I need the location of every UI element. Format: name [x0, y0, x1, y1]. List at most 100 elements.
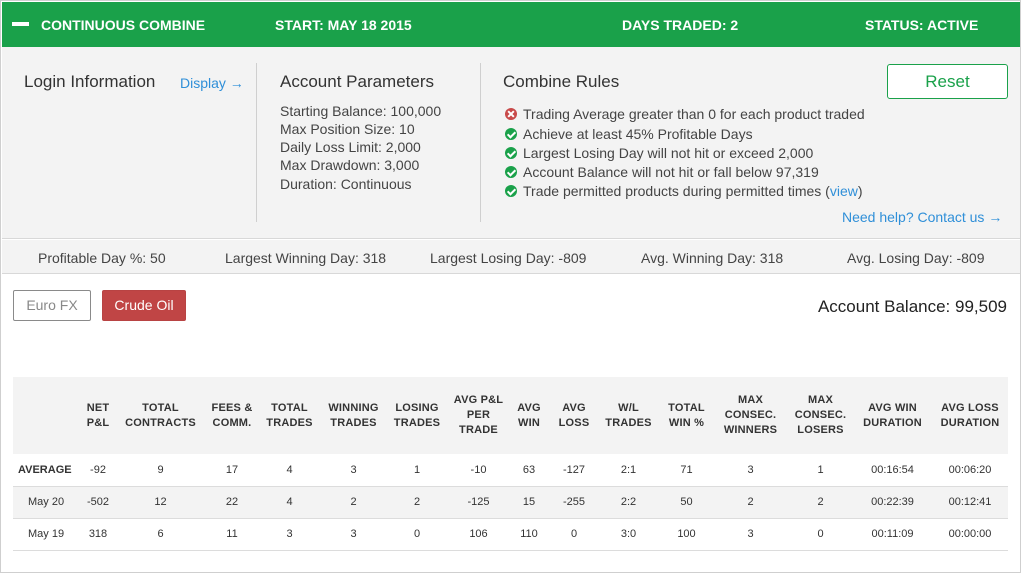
- table-cell: -10: [450, 454, 507, 487]
- table-cell: 2: [323, 486, 384, 519]
- reset-button[interactable]: Reset: [887, 64, 1008, 99]
- info-panel: Login Information Display → Account Para…: [2, 47, 1020, 239]
- rule-item: Largest Losing Day will not hit or excee…: [505, 145, 813, 161]
- profitable-day-pct: Profitable Day %: 50: [38, 250, 166, 266]
- table-cell: -92: [83, 454, 113, 487]
- trading-stats-table: NET P&L TOTAL CONTRACTS FEES & COMM. TOT…: [13, 377, 1008, 551]
- status-label: STATUS: ACTIVE: [865, 17, 979, 33]
- table-cell: 00:12:41: [932, 486, 1008, 519]
- table-cell: -255: [551, 486, 597, 519]
- rule-text: Largest Losing Day will not hit or excee…: [523, 145, 814, 161]
- table-cell: 4: [256, 454, 323, 487]
- table-cell: 12: [113, 486, 208, 519]
- table-cell: 0: [551, 518, 597, 551]
- row-label: AVERAGE: [13, 454, 83, 487]
- fail-x-icon: [505, 108, 517, 120]
- table-cell: 22: [208, 486, 256, 519]
- row-label: May 19: [13, 518, 83, 551]
- daily-loss-limit: Daily Loss Limit: 2,000: [280, 139, 421, 155]
- rule-item: Trading Average greater than 0 for each …: [505, 106, 865, 122]
- start-date: START: MAY 18 2015: [275, 17, 412, 33]
- table-cell: -127: [551, 454, 597, 487]
- pass-check-icon: [505, 147, 517, 159]
- contact-help-link[interactable]: Need help? Contact us →: [842, 209, 1002, 225]
- table-cell: 2: [713, 486, 788, 519]
- column-header: TOTAL CONTRACTS: [113, 377, 208, 454]
- table-cell: 110: [507, 518, 551, 551]
- table-cell: 3: [713, 454, 788, 487]
- table-cell: -502: [83, 486, 113, 519]
- row-label: May 20: [13, 486, 83, 519]
- table-cell: 11: [208, 518, 256, 551]
- divider: [256, 63, 257, 222]
- table-header-row: NET P&L TOTAL CONTRACTS FEES & COMM. TOT…: [13, 377, 1008, 454]
- duration: Duration: Continuous: [280, 176, 412, 192]
- summary-stats-bar: Profitable Day %: 50 Largest Winning Day…: [2, 240, 1020, 274]
- divider: [480, 63, 481, 222]
- table-cell: 50: [660, 486, 713, 519]
- column-header: W/L TRADES: [597, 377, 660, 454]
- table-cell: 00:16:54: [853, 454, 932, 487]
- combine-rules-title: Combine Rules: [503, 72, 620, 91]
- rule-item: Trade permitted products during permitte…: [505, 183, 863, 199]
- column-header: WINNING TRADES: [323, 377, 384, 454]
- table-cell: 1: [384, 454, 450, 487]
- table-cell: 4: [256, 486, 323, 519]
- table-cell: 0: [384, 518, 450, 551]
- column-header: TOTAL TRADES: [256, 377, 323, 454]
- table-cell: 00:06:20: [932, 454, 1008, 487]
- column-header: AVG WIN: [507, 377, 551, 454]
- account-balance: Account Balance: 99,509: [817, 297, 1007, 316]
- table-cell: 6: [113, 518, 208, 551]
- display-link[interactable]: Display →: [180, 75, 244, 91]
- rule-item: Account Balance will not hit or fall bel…: [505, 164, 819, 180]
- average-row: AVERAGE -92 9 17 4 3 1 -10 63 -127 2:1 71 3 1 00:16:54…: [13, 454, 1008, 487]
- table-cell: 15: [507, 486, 551, 519]
- table-cell: 00:11:09: [853, 518, 932, 551]
- column-header: NET P&L: [83, 377, 113, 454]
- column-header: AVG WIN DURATION: [853, 377, 932, 454]
- login-info-title: Login Information: [24, 72, 156, 91]
- combine-panel: CONTINUOUS COMBINE START: MAY 18 2015 DA…: [0, 0, 1021, 573]
- euro-fx-button[interactable]: Euro FX: [13, 290, 91, 321]
- rule-text-suffix: ): [857, 183, 863, 199]
- column-header: FEES & COMM.: [208, 377, 256, 454]
- table-cell: -125: [450, 486, 507, 519]
- table-cell: 71: [660, 454, 713, 487]
- table-cell: 2:1: [597, 454, 660, 487]
- crude-oil-button[interactable]: Crude Oil: [102, 290, 186, 321]
- table-cell: 63: [507, 454, 551, 487]
- table-row: May 20 -502 12 22 4 2 2 -125 15 -255 2:2 50 2 2 00:22:…: [13, 486, 1008, 519]
- column-header: AVG LOSS DURATION: [932, 377, 1008, 454]
- avg-losing-day: Avg. Losing Day: -809: [847, 250, 985, 266]
- table-row: May 19 318 6 11 3 3 0 106 110 0 3:0 100 3 0 00:11:09 00…: [13, 518, 1008, 551]
- table-cell: 2:2: [597, 486, 660, 519]
- avg-winning-day: Avg. Winning Day: 318: [641, 250, 784, 266]
- pass-check-icon: [505, 185, 517, 197]
- pass-check-icon: [505, 128, 517, 140]
- days-traded: DAYS TRADED: 2: [622, 17, 739, 33]
- max-position-size: Max Position Size: 10: [280, 121, 415, 137]
- column-header: MAX CONSEC. WINNERS: [713, 377, 788, 454]
- column-header: MAX CONSEC. LOSERS: [788, 377, 853, 454]
- rule-text: Trade permitted products during permitte…: [523, 183, 830, 199]
- rule-item: Achieve at least 45% Profitable Days: [505, 126, 753, 142]
- pass-check-icon: [505, 166, 517, 178]
- table-cell: 17: [208, 454, 256, 487]
- table-cell: 3: [323, 454, 384, 487]
- table-cell: 3:0: [597, 518, 660, 551]
- table-cell: 2: [788, 486, 853, 519]
- collapse-icon[interactable]: [12, 22, 29, 26]
- combine-title: CONTINUOUS COMBINE: [41, 17, 206, 33]
- rule-text: Trading Average greater than 0 for each …: [523, 106, 865, 122]
- largest-losing-day: Largest Losing Day: -809: [430, 250, 587, 266]
- starting-balance: Starting Balance: 100,000: [280, 103, 442, 119]
- rule-text: Achieve at least 45% Profitable Days: [523, 126, 753, 142]
- table-cell: 106: [450, 518, 507, 551]
- table-cell: 100: [660, 518, 713, 551]
- table-cell: 00:00:00: [932, 518, 1008, 551]
- column-header: LOSING TRADES: [384, 377, 450, 454]
- column-header: AVG P&L PER TRADE: [450, 377, 507, 454]
- column-header: AVG LOSS: [551, 377, 597, 454]
- view-products-link[interactable]: view: [830, 183, 858, 199]
